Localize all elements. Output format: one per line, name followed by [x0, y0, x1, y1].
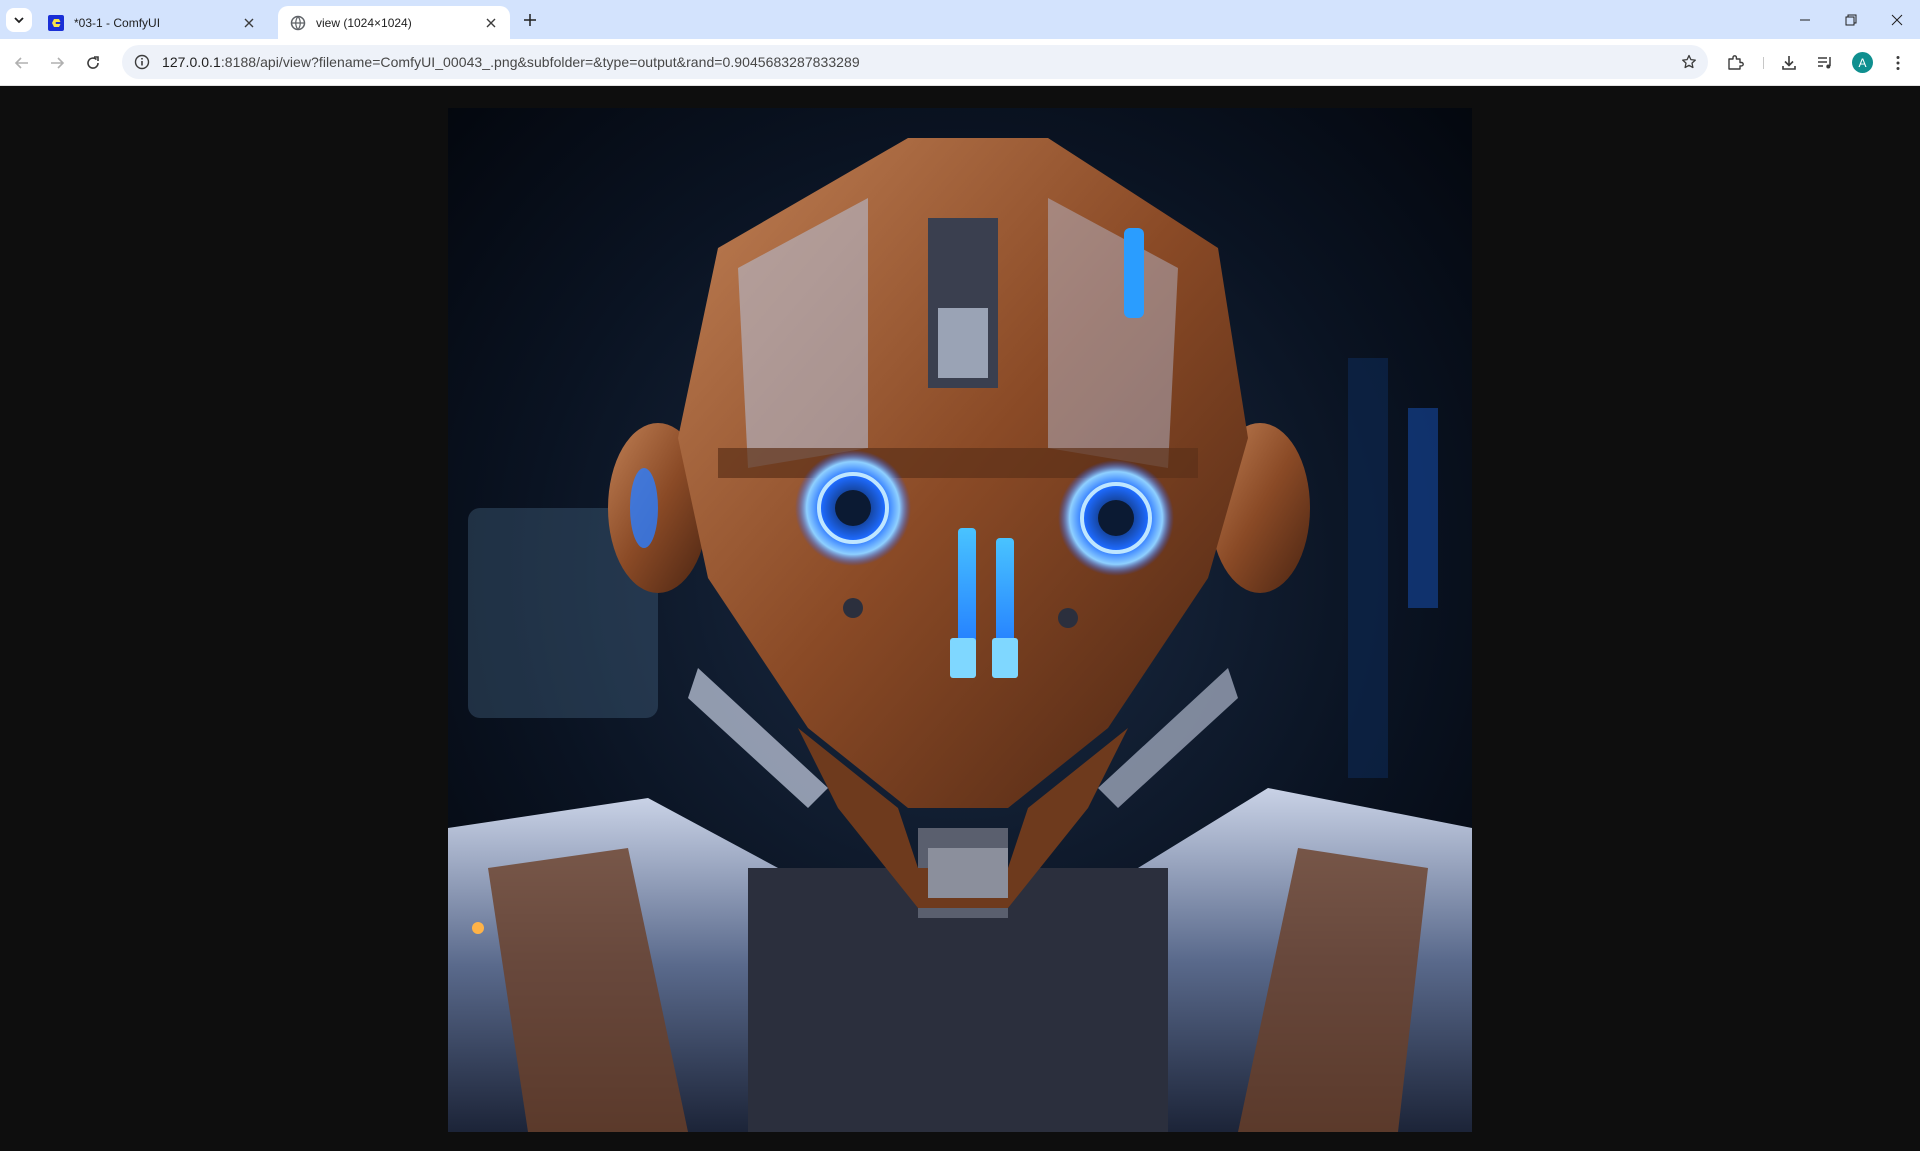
close-icon: [486, 18, 496, 27]
robot-head-illustration: [448, 108, 1472, 1132]
close-tab-button[interactable]: [482, 14, 500, 32]
address-bar[interactable]: 127.0.0.1:8188/api/view?filename=ComfyUI…: [122, 45, 1708, 79]
star-icon: [1682, 54, 1696, 69]
new-tab-button[interactable]: [518, 8, 542, 32]
restore-button[interactable]: [1828, 0, 1874, 39]
restore-icon: [1845, 14, 1857, 25]
puzzle-icon: [1728, 55, 1744, 70]
menu-button[interactable]: [1885, 50, 1911, 76]
forward-button[interactable]: [43, 49, 71, 77]
downloads-button[interactable]: [1776, 50, 1802, 76]
tab-comfyui[interactable]: *03-1 - ComfyUI: [36, 6, 268, 39]
tab-title: view (1024×1024): [316, 15, 412, 30]
tab-search-button[interactable]: [6, 8, 32, 32]
close-icon: [244, 18, 254, 27]
tab-title: *03-1 - ComfyUI: [74, 15, 161, 30]
toolbar-divider: [1763, 57, 1764, 69]
browser-toolbar: 127.0.0.1:8188/api/view?filename=ComfyUI…: [0, 39, 1920, 86]
chevron-down-icon: [14, 17, 24, 24]
plus-icon: [524, 14, 536, 26]
reload-icon: [87, 56, 99, 69]
image-viewer: [0, 86, 1920, 1151]
arrow-right-icon: [51, 57, 65, 69]
url-text: 127.0.0.1:8188/api/view?filename=ComfyUI…: [162, 54, 860, 70]
info-icon: [134, 54, 150, 70]
comfyui-icon: [48, 14, 64, 31]
playlist-icon: [1818, 57, 1831, 69]
bookmark-button[interactable]: [1678, 51, 1700, 73]
tab-view-image[interactable]: view (1024×1024): [278, 6, 510, 39]
close-tab-button[interactable]: [240, 14, 258, 32]
media-controls-button[interactable]: [1812, 50, 1838, 76]
download-icon: [1782, 56, 1796, 70]
url-path: :8188/api/view?filename=ComfyUI_00043_.p…: [220, 54, 860, 70]
url-host: 127.0.0.1: [162, 54, 221, 70]
minimize-button[interactable]: [1782, 0, 1828, 39]
arrow-left-icon: [14, 57, 28, 69]
reload-button[interactable]: [79, 49, 107, 77]
close-window-button[interactable]: [1874, 0, 1920, 39]
profile-avatar[interactable]: A: [1852, 52, 1873, 73]
site-info-button[interactable]: [128, 54, 156, 70]
kebab-menu-icon: [1896, 56, 1900, 70]
generated-robot-image[interactable]: [448, 108, 1472, 1132]
close-icon: [1891, 14, 1903, 25]
globe-icon: [290, 15, 306, 30]
tab-strip: *03-1 - ComfyUI view (1024×1024): [0, 0, 1920, 39]
extensions-button[interactable]: [1722, 50, 1748, 76]
back-button[interactable]: [8, 49, 36, 77]
minimize-icon: [1800, 19, 1810, 20]
